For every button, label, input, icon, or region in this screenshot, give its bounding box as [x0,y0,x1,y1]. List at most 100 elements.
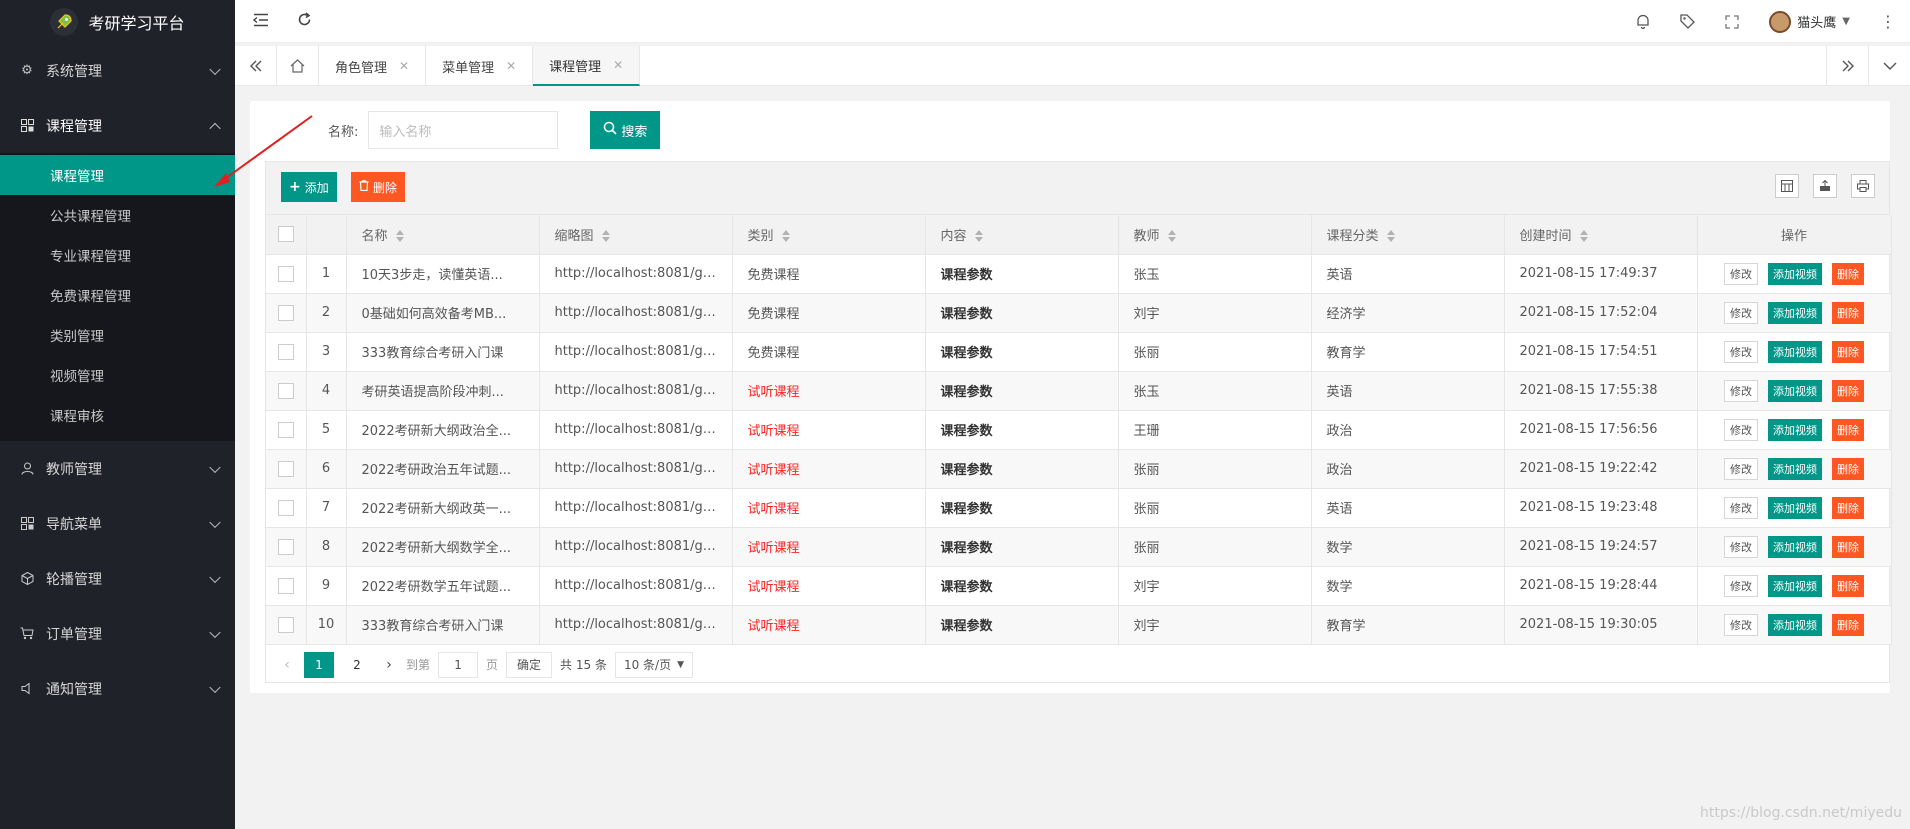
row-checkbox[interactable] [266,527,307,567]
column-header[interactable]: 缩略图 [539,215,733,255]
add-video-button[interactable]: 添加视频 [1768,535,1822,558]
column-header[interactable]: 内容 [925,215,1119,255]
add-video-button[interactable]: 添加视频 [1768,301,1822,324]
submenu-item-course-manage[interactable]: 课程管理 [0,155,235,195]
fullscreen-icon[interactable] [1725,14,1739,29]
submenu-item-review[interactable]: 课程审核 [0,395,235,435]
column-header[interactable]: 课程分类 [1311,215,1505,255]
columns-filter-icon[interactable] [1775,174,1799,198]
goto-confirm-button[interactable]: 确定 [506,651,553,678]
row-checkbox[interactable] [266,293,307,333]
cell-content[interactable]: 课程参数 [925,371,1119,411]
search-button[interactable]: 搜索 [590,111,661,149]
tab-course[interactable]: 课程管理 ✕ [533,46,641,86]
row-checkbox[interactable] [266,371,307,411]
add-video-button[interactable]: 添加视频 [1768,379,1822,402]
edit-button[interactable]: 修改 [1724,379,1758,402]
row-delete-button[interactable]: 删除 [1832,418,1864,441]
edit-button[interactable]: 修改 [1724,301,1758,324]
sidebar-item-system[interactable]: ⚙ 系统管理 [0,43,235,98]
add-video-button[interactable]: 添加视频 [1768,457,1822,480]
page-button[interactable]: 1 [304,651,334,678]
add-video-button[interactable]: 添加视频 [1768,262,1822,285]
row-checkbox[interactable] [266,488,307,528]
cell-content[interactable]: 课程参数 [925,449,1119,489]
add-video-button[interactable]: 添加视频 [1768,574,1822,597]
row-delete-button[interactable]: 删除 [1832,535,1864,558]
goto-page-input[interactable]: 1 [438,651,479,678]
edit-button[interactable]: 修改 [1724,418,1758,441]
page-size-select[interactable]: 10 条/页 ▼ [614,651,694,678]
delete-button[interactable]: 删除 [351,172,406,202]
add-video-button[interactable]: 添加视频 [1768,496,1822,519]
sort-icon[interactable] [1386,230,1395,243]
home-icon[interactable] [277,46,319,86]
user-menu[interactable]: 猫头鹰 ▼ [1769,10,1850,33]
edit-button[interactable]: 修改 [1724,574,1758,597]
cell-content[interactable]: 课程参数 [925,566,1119,606]
edit-button[interactable]: 修改 [1724,535,1758,558]
row-checkbox[interactable] [266,410,307,450]
row-delete-button[interactable]: 删除 [1832,613,1864,636]
refresh-icon[interactable] [297,12,312,27]
sort-icon[interactable] [601,230,610,243]
print-icon[interactable] [1851,174,1875,198]
more-vertical-icon[interactable]: ⋮ [1880,12,1896,31]
add-video-button[interactable]: 添加视频 [1768,418,1822,441]
tabs-scroll-left-icon[interactable] [235,46,277,86]
cell-content[interactable]: 课程参数 [925,293,1119,333]
submenu-item-free-course[interactable]: 免费课程管理 [0,275,235,315]
row-checkbox[interactable] [266,566,307,606]
cell-content[interactable]: 课程参数 [925,488,1119,528]
row-checkbox[interactable] [266,254,307,294]
row-delete-button[interactable]: 删除 [1832,457,1864,480]
row-checkbox[interactable] [266,605,307,645]
row-delete-button[interactable]: 删除 [1832,379,1864,402]
search-input[interactable]: 输入名称 [368,111,559,149]
sort-icon[interactable] [781,230,790,243]
cell-content[interactable]: 课程参数 [925,332,1119,372]
edit-button[interactable]: 修改 [1724,340,1758,363]
tab-role[interactable]: 角色管理 ✕ [319,46,427,86]
column-header[interactable]: 创建时间 [1504,215,1698,255]
tab-menu[interactable]: 菜单管理 ✕ [426,46,534,86]
tabs-scroll-right-icon[interactable] [1826,46,1868,86]
row-delete-button[interactable]: 删除 [1832,340,1864,363]
edit-button[interactable]: 修改 [1724,262,1758,285]
add-video-button[interactable]: 添加视频 [1768,613,1822,636]
edit-button[interactable]: 修改 [1724,496,1758,519]
column-header[interactable]: 类别 [732,215,926,255]
cell-content[interactable]: 课程参数 [925,527,1119,567]
cell-content[interactable]: 课程参数 [925,410,1119,450]
row-delete-button[interactable]: 删除 [1832,262,1864,285]
next-page-icon[interactable]: › [380,657,398,673]
submenu-item-category[interactable]: 类别管理 [0,315,235,355]
edit-button[interactable]: 修改 [1724,613,1758,636]
column-header[interactable]: 教师 [1118,215,1312,255]
row-delete-button[interactable]: 删除 [1832,574,1864,597]
export-icon[interactable] [1813,174,1837,198]
row-delete-button[interactable]: 删除 [1832,496,1864,519]
tag-icon[interactable] [1680,14,1696,29]
bell-icon[interactable] [1636,14,1650,29]
close-icon[interactable]: ✕ [399,59,409,73]
row-checkbox[interactable] [266,332,307,372]
sort-icon[interactable] [1579,230,1588,243]
sidebar-item-course[interactable]: 课程管理 [0,98,235,153]
row-checkbox[interactable] [266,449,307,489]
cell-content[interactable]: 课程参数 [925,254,1119,294]
sidebar-item-carousel[interactable]: 轮播管理 [0,551,235,606]
submenu-item-major-course[interactable]: 专业课程管理 [0,235,235,275]
prev-page-icon[interactable]: ‹ [278,657,296,673]
close-icon[interactable]: ✕ [506,59,516,73]
sort-icon[interactable] [1167,230,1176,243]
page-button[interactable]: 2 [342,652,372,678]
submenu-item-public-course[interactable]: 公共课程管理 [0,195,235,235]
sidebar-item-nav[interactable]: 导航菜单 [0,496,235,551]
sidebar-item-notice[interactable]: 通知管理 [0,661,235,716]
add-button[interactable]: + 添加 [281,172,337,202]
select-all-checkbox[interactable] [266,215,307,255]
column-header[interactable]: 名称 [346,215,540,255]
menu-collapse-icon[interactable] [253,12,269,27]
tabs-dropdown-icon[interactable] [1868,46,1910,86]
